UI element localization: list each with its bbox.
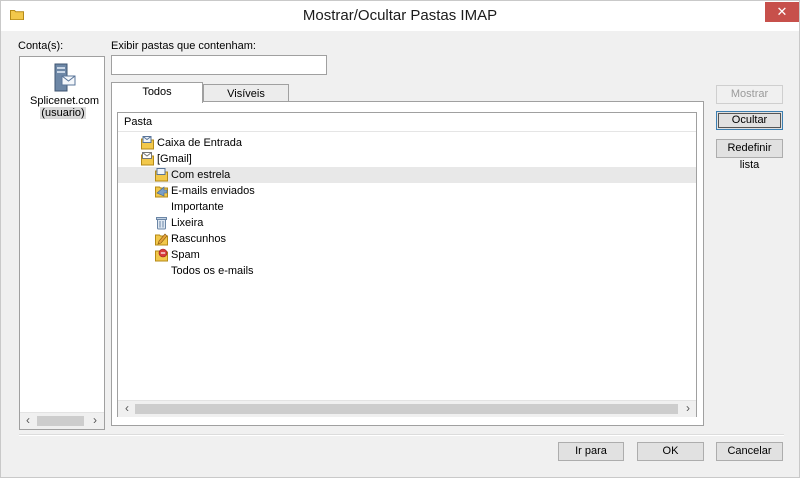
scroll-thumb[interactable] (135, 404, 678, 414)
reset-list-button[interactable]: Redefinir lista (716, 139, 783, 171)
tree-row-label: Todos os e-mails (171, 265, 254, 277)
window-title: Mostrar/Ocultar Pastas IMAP (302, 7, 498, 24)
scroll-thumb[interactable] (37, 416, 84, 426)
tree-row-label: Caixa de Entrada (157, 137, 242, 149)
tree-row-caixa-de-entrada[interactable]: Caixa de Entrada (118, 135, 696, 151)
mail-server-icon (54, 63, 76, 92)
mail-folder-icon (141, 152, 154, 166)
account-item[interactable]: Splicenet.com (usuario) (30, 61, 100, 119)
tree-row-spam[interactable]: Spam (118, 247, 696, 263)
title-bar: Mostrar/Ocultar Pastas IMAP ✕ (1, 1, 799, 31)
tree-row-label: Lixeira (171, 217, 204, 229)
cancel-button[interactable]: Cancelar (716, 442, 783, 461)
scroll-left-icon[interactable]: ‹ (120, 401, 134, 417)
account-name: Splicenet.com (30, 95, 100, 107)
folder-tree[interactable]: Pasta Caixa de Entrada [Gmail] Com estre (117, 112, 697, 417)
inbox-folder-icon (141, 136, 154, 150)
tree-row-label: Spam (171, 249, 200, 261)
scroll-left-icon[interactable]: ‹ (21, 413, 35, 429)
spam-folder-icon (155, 248, 168, 262)
scroll-right-icon[interactable]: › (681, 401, 695, 417)
starred-folder-icon (155, 168, 168, 182)
accounts-label: Conta(s): (18, 40, 64, 52)
tree-row-label: E-mails enviados (171, 185, 255, 197)
tree-row-label: Rascunhos (171, 233, 227, 245)
tree-row-label: Com estrela (171, 169, 231, 181)
trash-icon (156, 217, 167, 230)
accounts-hscrollbar[interactable]: ‹ › (20, 412, 104, 429)
tree-row-label: Importante (171, 201, 224, 213)
dialog-window: Mostrar/Ocultar Pastas IMAP ✕ Conta(s): … (0, 0, 800, 478)
close-button[interactable]: ✕ (765, 2, 799, 22)
ok-button[interactable]: OK (637, 442, 704, 461)
tree-column-header[interactable]: Pasta (118, 113, 696, 132)
hide-button[interactable]: Ocultar (716, 111, 783, 130)
tree-row-importante[interactable]: Importante (118, 199, 696, 215)
footer-divider (19, 434, 784, 436)
tree-row-lixeira[interactable]: Lixeira (118, 215, 696, 231)
show-button[interactable]: Mostrar (716, 85, 783, 104)
tree-hscrollbar[interactable]: ‹ › (118, 400, 696, 417)
filter-label: Exibir pastas que contenham: (111, 40, 256, 52)
accounts-list[interactable]: Splicenet.com (usuario) ‹ › (19, 56, 105, 430)
drafts-folder-icon (155, 233, 168, 246)
filter-input[interactable] (111, 55, 327, 75)
sent-folder-icon (155, 186, 168, 198)
tree-row-e-mails-enviados[interactable]: E-mails enviados (118, 183, 696, 199)
tree-row-com-estrela[interactable]: Com estrela (118, 167, 696, 183)
scroll-right-icon[interactable]: › (88, 413, 102, 429)
tree-row-rascunhos[interactable]: Rascunhos (118, 231, 696, 247)
tree-row-label: [Gmail] (157, 153, 192, 165)
tree-row-gmail[interactable]: [Gmail] (118, 151, 696, 167)
account-user: (usuario) (40, 107, 86, 119)
tab-todos[interactable]: Todos (111, 82, 203, 103)
go-to-button[interactable]: Ir para (558, 442, 624, 461)
tree-row-todos-os-e-mails[interactable]: Todos os e-mails (118, 263, 696, 279)
